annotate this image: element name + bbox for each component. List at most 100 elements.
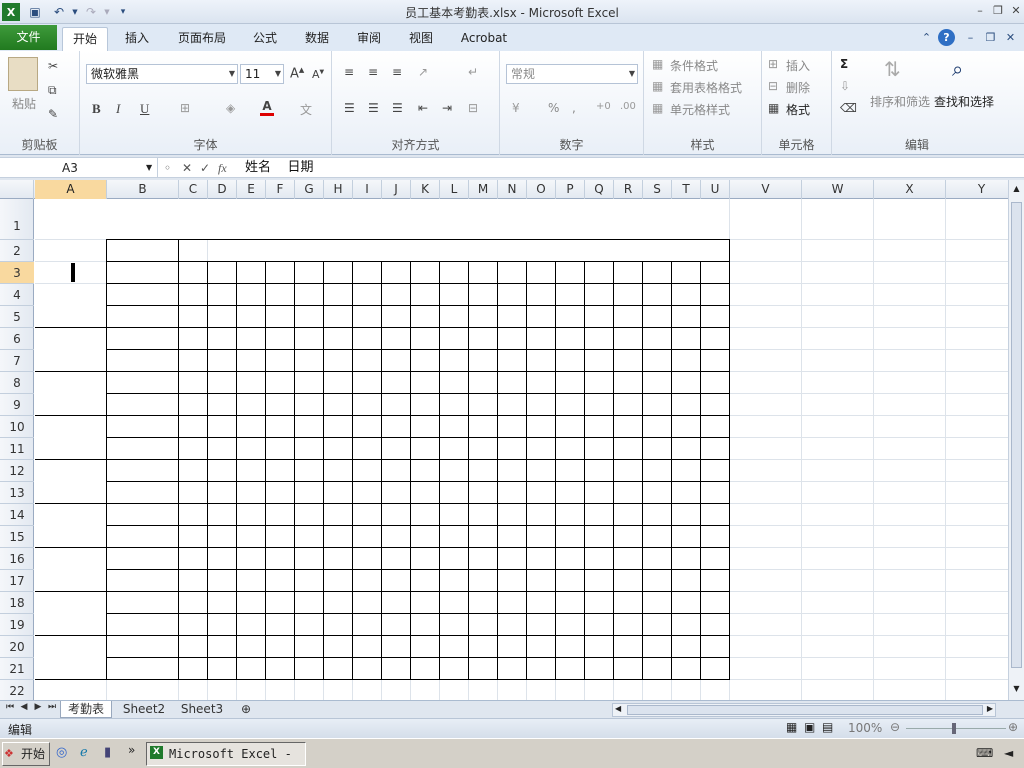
- column-header-u[interactable]: U: [701, 180, 730, 199]
- row-header-16[interactable]: 16: [0, 548, 34, 570]
- employee-name-cell[interactable]: [35, 548, 106, 591]
- column-header-y[interactable]: Y: [946, 180, 1008, 199]
- cell-grid[interactable]: [35, 199, 1008, 700]
- employee-name-cell[interactable]: [35, 372, 106, 415]
- column-header-f[interactable]: F: [266, 180, 295, 199]
- zoom-slider[interactable]: [906, 728, 1006, 729]
- bold-button[interactable]: B: [92, 101, 101, 117]
- row-header-1[interactable]: 1: [0, 199, 34, 240]
- clear-icon[interactable]: ⌫: [840, 101, 857, 115]
- chevron-down-icon[interactable]: ▼: [146, 158, 152, 178]
- zoom-out-icon[interactable]: ⊖: [890, 720, 900, 734]
- column-header-x[interactable]: X: [874, 180, 946, 199]
- collapse-ribbon-icon[interactable]: ⌃: [918, 29, 935, 46]
- cell-a2[interactable]: [35, 240, 106, 261]
- fill-color-icon[interactable]: ◈: [226, 101, 235, 115]
- tab-data[interactable]: 数据: [296, 27, 338, 51]
- shrink-font-icon[interactable]: A▼: [312, 68, 324, 81]
- select-all-corner[interactable]: [0, 180, 34, 199]
- quicklaunch-ie-icon[interactable]: ℯ: [80, 745, 88, 760]
- font-color-icon[interactable]: A: [260, 99, 274, 116]
- underline-button[interactable]: U: [140, 101, 149, 117]
- row-header-8[interactable]: 8: [0, 372, 34, 394]
- row-header-12[interactable]: 12: [0, 460, 34, 482]
- row-header-6[interactable]: 6: [0, 328, 34, 350]
- row-header-2[interactable]: 2: [0, 240, 34, 262]
- worksheet[interactable]: ABCDEFGHIJKLMNOPQRSTUVWXY 1 2 3 4 5 6 7 8 9 10 11 1…: [0, 180, 1008, 700]
- row-header-19[interactable]: 19: [0, 614, 34, 636]
- align-top-icon[interactable]: ≡: [344, 65, 354, 79]
- column-header-r[interactable]: R: [614, 180, 643, 199]
- decrease-indent-icon[interactable]: ⇤: [418, 101, 428, 115]
- column-header-q[interactable]: Q: [585, 180, 614, 199]
- column-header-w[interactable]: W: [802, 180, 874, 199]
- insert-cells-button[interactable]: 插入: [786, 57, 810, 74]
- cell-styles-button[interactable]: 单元格样式: [670, 101, 730, 118]
- name-box[interactable]: A3: [0, 158, 158, 178]
- column-header-v[interactable]: V: [730, 180, 802, 199]
- tab-view[interactable]: 视图: [400, 27, 442, 51]
- workbook-restore-icon[interactable]: ❐: [982, 29, 999, 46]
- column-header-h[interactable]: H: [324, 180, 353, 199]
- prev-sheet-icon[interactable]: ◀: [18, 702, 30, 712]
- employee-name-cell[interactable]: [35, 328, 106, 371]
- cut-icon[interactable]: ✂: [48, 59, 58, 73]
- delete-cells-button[interactable]: 删除: [786, 79, 810, 96]
- insert-function-button[interactable]: fx: [218, 158, 227, 178]
- tab-file[interactable]: 文件: [0, 25, 57, 50]
- align-bottom-icon[interactable]: ≡: [392, 65, 402, 79]
- conditional-format-icon[interactable]: ▦: [652, 57, 663, 71]
- currency-icon[interactable]: ¥: [512, 101, 520, 115]
- column-header-b[interactable]: B: [107, 180, 179, 199]
- column-header-g[interactable]: G: [295, 180, 324, 199]
- taskbar-item-excel[interactable]: Microsoft Excel - ...: [146, 742, 306, 766]
- tab-page-layout[interactable]: 页面布局: [170, 27, 234, 51]
- next-sheet-icon[interactable]: ▶: [32, 702, 44, 712]
- row-header-21[interactable]: 21: [0, 658, 34, 680]
- tab-review[interactable]: 审阅: [348, 27, 390, 51]
- find-icon[interactable]: ⌕: [952, 57, 963, 81]
- column-header-o[interactable]: O: [527, 180, 556, 199]
- cell-styles-icon[interactable]: ▦: [652, 101, 663, 115]
- restore-button[interactable]: ❐: [988, 2, 1008, 20]
- normal-view-icon[interactable]: ▦: [786, 720, 797, 734]
- fill-icon[interactable]: ⇩: [840, 79, 850, 93]
- align-right-icon[interactable]: ☰: [392, 101, 403, 115]
- format-painter-icon[interactable]: ✎: [48, 107, 58, 121]
- borders-icon[interactable]: ⊞: [180, 101, 190, 115]
- format-table-button[interactable]: 套用表格格式: [670, 79, 742, 96]
- insert-sheet-icon[interactable]: ⊕: [234, 701, 258, 718]
- workbook-close-icon[interactable]: ✕: [1002, 29, 1019, 46]
- align-middle-icon[interactable]: ≡: [368, 65, 378, 79]
- workbook-minimize-icon[interactable]: –: [962, 29, 979, 46]
- row-header-10[interactable]: 10: [0, 416, 34, 438]
- first-sheet-icon[interactable]: ⏮: [4, 702, 16, 712]
- vertical-scrollbar[interactable]: ▲ ▼: [1008, 180, 1024, 700]
- comma-button[interactable]: ,: [572, 101, 576, 115]
- sheet-tab-sheet3[interactable]: Sheet3: [174, 701, 230, 718]
- column-header-l[interactable]: L: [440, 180, 469, 199]
- format-cells-icon[interactable]: ▦: [768, 101, 779, 115]
- title-merged-cell[interactable]: [35, 199, 729, 239]
- column-header-p[interactable]: P: [556, 180, 585, 199]
- horizontal-scrollbar[interactable]: ◀ ▶: [612, 703, 996, 717]
- row-header-22[interactable]: 22: [0, 680, 34, 700]
- help-icon[interactable]: ?: [938, 29, 955, 46]
- zoom-level[interactable]: 100%: [848, 721, 882, 735]
- number-format-select[interactable]: 常规 ▼: [506, 64, 638, 84]
- tab-home[interactable]: 开始: [62, 27, 108, 51]
- row-header-9[interactable]: 9: [0, 394, 34, 416]
- column-header-d[interactable]: D: [208, 180, 237, 199]
- row-header-11[interactable]: 11: [0, 438, 34, 460]
- employee-name-cell[interactable]: [35, 504, 106, 547]
- formula-input[interactable]: 姓名 日期: [245, 158, 314, 178]
- format-table-icon[interactable]: ▦: [652, 79, 663, 93]
- column-header-t[interactable]: T: [672, 180, 701, 199]
- employee-name-cell[interactable]: [35, 416, 106, 459]
- conditional-format-button[interactable]: 条件格式: [670, 57, 718, 74]
- increase-indent-icon[interactable]: ⇥: [442, 101, 452, 115]
- employee-name-cell[interactable]: [35, 460, 106, 503]
- sort-filter-icon[interactable]: ⇅: [884, 57, 901, 81]
- column-header-a[interactable]: A: [35, 180, 107, 199]
- percent-button[interactable]: %: [548, 101, 559, 115]
